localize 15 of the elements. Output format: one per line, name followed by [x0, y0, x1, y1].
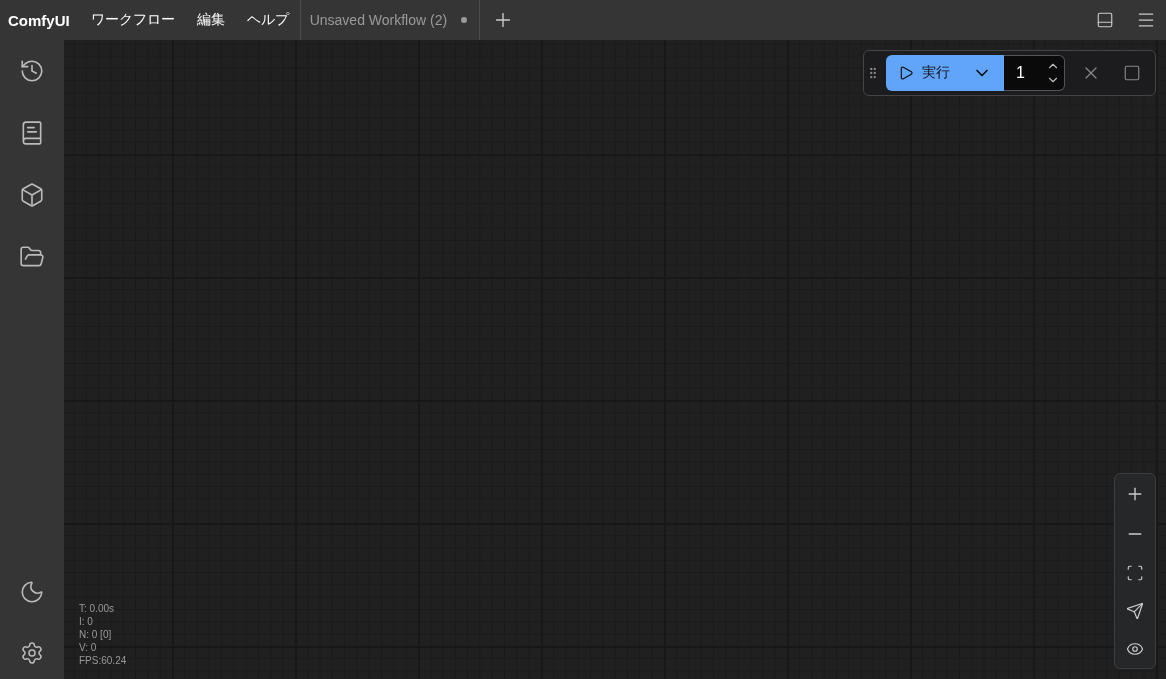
tab-title: Unsaved Workflow (2)	[309, 12, 448, 28]
stat-text: T: 0.00s	[79, 603, 116, 615]
stat-text: I: 0	[79, 616, 94, 628]
stat-text: V: 0	[79, 642, 98, 654]
stat-text: FPS:60.24	[79, 655, 127, 667]
app-logo: ComfyUI	[7, 11, 71, 29]
node-canvas[interactable]: 実行 1 T: 0.00s I: 0 N: 0 [0] V: 0 FPS:60.24	[64, 40, 1166, 679]
stat-text: N: 0 [0]	[79, 629, 113, 641]
menu-item[interactable]: ワークフロー	[79, 11, 186, 29]
menu-item[interactable]: ヘルプ	[235, 11, 300, 29]
batch-count-spinner[interactable]: 1	[1004, 55, 1065, 91]
batch-count-field[interactable]: 1	[1016, 64, 1034, 82]
menu-item[interactable]: 編集	[185, 11, 236, 29]
play-icon	[898, 65, 914, 81]
run-button[interactable]: 実行	[886, 55, 1004, 91]
